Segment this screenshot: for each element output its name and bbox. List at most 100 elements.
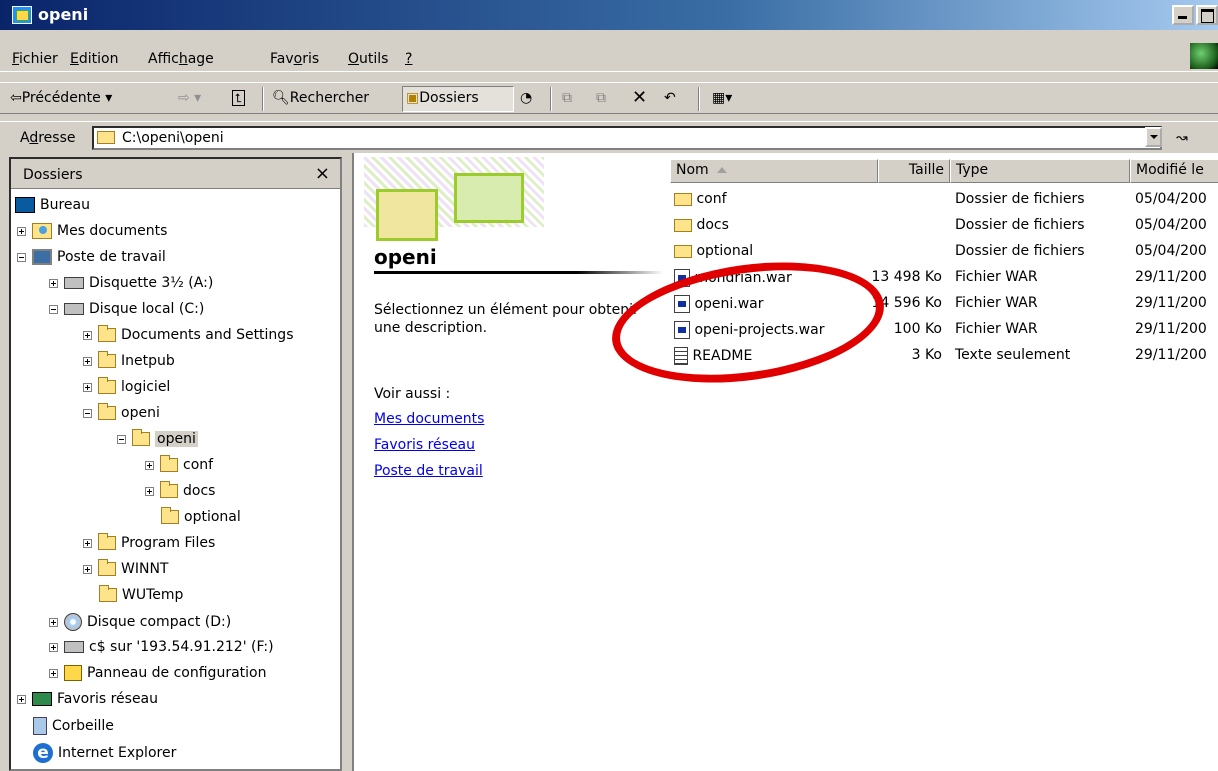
menu-outils[interactable]: Outils bbox=[348, 51, 388, 67]
delete-button[interactable]: ✕ bbox=[632, 87, 647, 108]
expand-icon[interactable] bbox=[145, 486, 154, 496]
folder-icon bbox=[674, 218, 692, 232]
copy-to-button[interactable]: ⧉ bbox=[596, 90, 606, 106]
menu-help[interactable]: ? bbox=[405, 51, 412, 67]
folder-icon bbox=[161, 507, 179, 524]
link-poste-de-travail[interactable]: Poste de travail bbox=[374, 463, 483, 479]
expand-icon[interactable] bbox=[49, 278, 58, 288]
folders-icon: ▣ bbox=[406, 90, 420, 106]
tree-item-panneau-de-configuration[interactable]: Panneau de configuration bbox=[49, 665, 266, 687]
folder-icon bbox=[160, 455, 178, 472]
expand-icon[interactable] bbox=[49, 668, 58, 678]
internet-explorer-icon: e bbox=[33, 743, 53, 763]
folder-banner-graphic bbox=[354, 153, 670, 253]
tree-item-optional[interactable]: optional bbox=[161, 507, 241, 531]
expand-icon[interactable] bbox=[17, 694, 26, 704]
tree-item-favoris-reseau[interactable]: Favoris réseau bbox=[17, 691, 158, 713]
tree-item-logiciel[interactable]: logiciel bbox=[83, 377, 170, 401]
windows-throbber-icon bbox=[1190, 43, 1218, 69]
tree-item-openi[interactable]: openi bbox=[83, 403, 160, 427]
folder-icon bbox=[160, 481, 178, 498]
back-button[interactable]: ⇦Précédente ▾ bbox=[10, 90, 112, 106]
up-folder-button[interactable]: ⮤ bbox=[232, 90, 246, 106]
column-header-taille[interactable]: Taille bbox=[878, 159, 950, 183]
tree-item-openi-selected[interactable]: openi bbox=[117, 429, 198, 453]
expand-icon[interactable] bbox=[145, 460, 154, 470]
close-pane-button[interactable]: × bbox=[315, 163, 330, 184]
undo-button[interactable]: ↶ bbox=[664, 90, 676, 106]
expand-icon[interactable] bbox=[83, 356, 92, 366]
history-icon: ◔ bbox=[520, 90, 533, 106]
expand-icon[interactable] bbox=[83, 538, 92, 548]
folder-icon bbox=[98, 377, 116, 394]
tree-item-winnt[interactable]: WINNT bbox=[83, 559, 168, 583]
collapse-icon[interactable] bbox=[49, 304, 58, 314]
collapse-icon[interactable] bbox=[117, 434, 126, 444]
expand-icon[interactable] bbox=[49, 642, 58, 652]
move-to-button[interactable]: ⧉ bbox=[562, 90, 572, 106]
window-title: openi bbox=[38, 5, 89, 24]
tree-item-poste-de-travail[interactable]: Poste de travail bbox=[17, 249, 166, 271]
tree-item-disque-local-c[interactable]: Disque local (C:) bbox=[49, 301, 204, 323]
minimize-button[interactable] bbox=[1172, 5, 1194, 25]
expand-icon[interactable] bbox=[83, 564, 92, 574]
column-header-type[interactable]: Type bbox=[950, 159, 1130, 183]
forward-button[interactable]: ⇨ ▾ bbox=[178, 90, 201, 106]
menu-fichier[interactable]: Fichier bbox=[12, 51, 58, 67]
folder-icon bbox=[98, 533, 116, 550]
views-button[interactable]: ▦▾ bbox=[712, 90, 732, 106]
folders-button-label[interactable]: ▣Dossiers bbox=[406, 90, 479, 106]
expand-icon[interactable] bbox=[17, 226, 26, 236]
file-row[interactable]: optional Dossier de fichiers 05/04/200 bbox=[670, 241, 1218, 265]
maximize-button[interactable] bbox=[1196, 5, 1218, 25]
pane-splitter[interactable] bbox=[344, 153, 352, 771]
address-dropdown-button[interactable] bbox=[1145, 127, 1162, 147]
large-folder-icon bbox=[376, 189, 438, 241]
tree-item-disquette[interactable]: Disquette 3½ (A:) bbox=[49, 275, 213, 297]
tree-item-bureau[interactable]: Bureau bbox=[15, 197, 90, 219]
folders-tree-pane: Dossiers × Bureau Mes documents Poste de… bbox=[9, 157, 342, 771]
go-button[interactable]: ↝ bbox=[1176, 130, 1188, 146]
collapse-icon[interactable] bbox=[83, 408, 92, 418]
file-row[interactable]: docs Dossier de fichiers 05/04/200 bbox=[670, 215, 1218, 239]
tree-item-program-files[interactable]: Program Files bbox=[83, 533, 215, 557]
folder-webview-panel: openi Sélectionnez un élément pour obten… bbox=[354, 153, 670, 771]
tree-item-conf[interactable]: conf bbox=[145, 455, 213, 479]
column-header-nom[interactable]: Nom bbox=[670, 159, 878, 183]
menu-edition[interactable]: Edition bbox=[70, 51, 118, 67]
my-computer-icon bbox=[32, 249, 52, 265]
collapse-icon[interactable] bbox=[17, 252, 26, 262]
tree-item-disque-compact-d[interactable]: Disque compact (D:) bbox=[49, 613, 231, 635]
expand-icon[interactable] bbox=[83, 382, 92, 392]
link-favoris-reseau[interactable]: Favoris réseau bbox=[374, 437, 475, 453]
tree-item-wutemp[interactable]: WUTemp bbox=[99, 585, 183, 609]
history-button[interactable]: ◔ bbox=[520, 90, 532, 106]
folder-title: openi bbox=[374, 245, 437, 269]
tree-item-inetpub[interactable]: Inetpub bbox=[83, 351, 175, 375]
file-list: Nom Taille Type Modifié le conf Dossier … bbox=[670, 153, 1218, 771]
hard-drive-icon bbox=[64, 303, 84, 315]
go-arrow-icon: ↝ bbox=[1176, 130, 1188, 146]
explorer-folder-icon bbox=[12, 6, 32, 24]
column-header-modifie[interactable]: Modifié le bbox=[1130, 159, 1218, 183]
file-row[interactable]: conf Dossier de fichiers 05/04/200 bbox=[670, 189, 1218, 213]
tree-item-network-drive-f[interactable]: c$ sur '193.54.91.212' (F:) bbox=[49, 639, 274, 661]
folder-tree: Bureau Mes documents Poste de travail Di… bbox=[11, 189, 340, 769]
link-mes-documents[interactable]: Mes documents bbox=[374, 411, 484, 427]
tree-item-internet-explorer[interactable]: e Internet Explorer bbox=[33, 743, 176, 765]
expand-icon[interactable] bbox=[49, 617, 58, 627]
copy-to-icon: ⧉ bbox=[596, 90, 606, 106]
tree-item-docs[interactable]: docs bbox=[145, 481, 215, 505]
address-input[interactable]: C:\openi\openi bbox=[92, 126, 1162, 150]
search-button[interactable]: 🔍︎Rechercher bbox=[272, 90, 369, 106]
tree-item-mes-documents[interactable]: Mes documents bbox=[17, 223, 167, 245]
tree-item-documents-and-settings[interactable]: Documents and Settings bbox=[83, 325, 293, 349]
tree-item-corbeille[interactable]: Corbeille bbox=[33, 717, 114, 739]
menu-affichage[interactable]: Affichage bbox=[148, 51, 214, 67]
menu-favoris[interactable]: Favoris bbox=[270, 51, 319, 67]
my-documents-icon bbox=[32, 223, 52, 239]
folder-icon bbox=[97, 131, 115, 144]
address-bar: Adresse C:\openi\openi ↝ bbox=[0, 121, 1218, 153]
search-icon: 🔍︎ bbox=[272, 90, 290, 106]
expand-icon[interactable] bbox=[83, 330, 92, 340]
